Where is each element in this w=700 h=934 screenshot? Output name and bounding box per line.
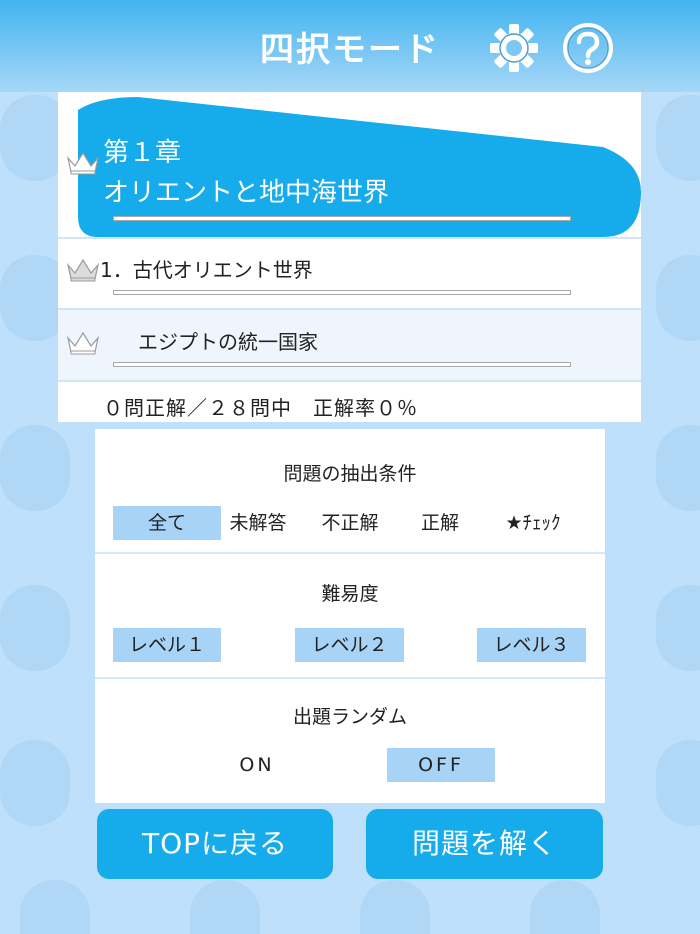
crown-icon [66,258,100,282]
chapter-title: オリエントと地中海世界 [103,178,390,208]
gear-icon[interactable] [488,22,540,74]
filter-heading: 問題の抽出条件 [283,463,417,485]
help-icon[interactable] [562,22,614,74]
divider [95,552,605,554]
chapter-progress-bar [113,216,571,221]
crown-icon [66,331,100,355]
chapter-number: 第１章 [103,138,182,168]
options-panel: 問題の抽出条件 全て 未解答 不正解 正解 ★ﾁｪｯｸ 難易度 レベル１ レベル… [95,429,605,803]
random-heading: 出題ランダム [292,706,407,728]
divider [95,677,605,679]
filter-option-unanswered[interactable]: 未解答 [223,506,293,540]
divider [58,380,641,382]
divider [58,237,641,239]
subsection-progress-bar [113,362,571,367]
solve-questions-button[interactable]: 問題を解く [366,809,603,879]
section-title[interactable]: 1．古代オリエント世界 [100,254,313,283]
subsection-title[interactable]: エジプトの統一国家 [138,326,318,355]
difficulty-level-2[interactable]: レベル２ [295,628,404,662]
difficulty-heading: 難易度 [321,583,379,605]
difficulty-level-3[interactable]: レベル３ [477,628,586,662]
crown-icon [66,151,100,175]
filter-option-incorrect[interactable]: 不正解 [313,506,387,540]
back-to-top-button[interactable]: TOPに戻る [97,809,333,879]
random-on-option[interactable]: ON [203,748,311,782]
random-off-option[interactable]: OFF [387,748,495,782]
filter-option-correct[interactable]: 正解 [407,506,473,540]
difficulty-level-1[interactable]: レベル１ [113,628,221,662]
filter-option-all[interactable]: 全て [113,506,221,540]
score-stats: ０問正解／２８問中 正解率０％ [103,396,418,420]
filter-option-checked[interactable]: ★ﾁｪｯｸ [491,506,575,540]
section-progress-bar [113,290,571,295]
header-bar: 四択モード [0,0,700,92]
chapter-info-panel: 第１章 オリエントと地中海世界 1．古代オリエント世界 エジプトの統一国家 ０問… [58,92,641,422]
